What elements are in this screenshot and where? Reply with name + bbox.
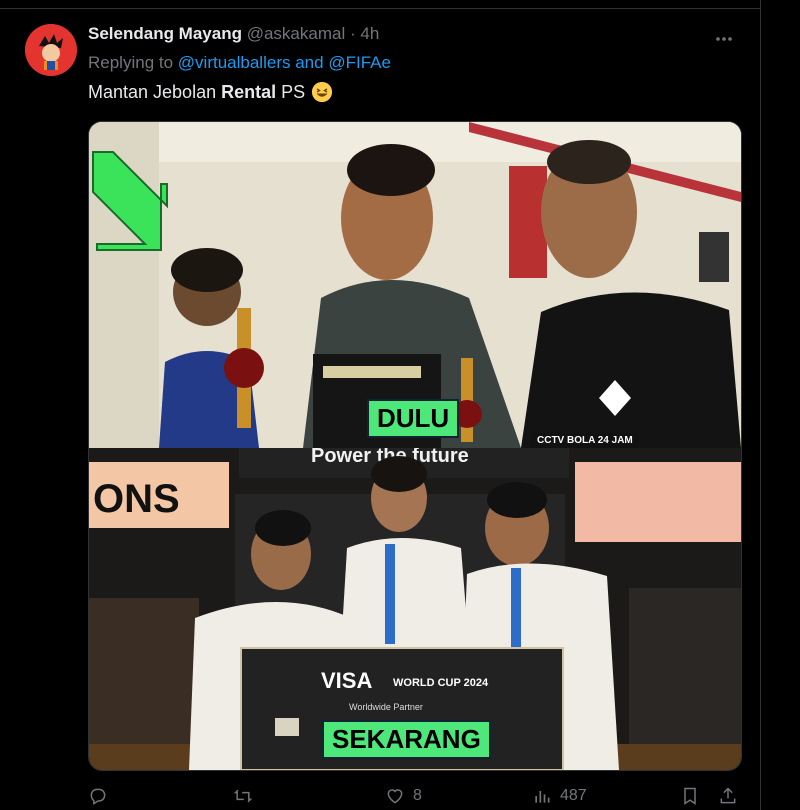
cheque-title-text: WORLD CUP 2024 xyxy=(393,677,489,689)
tweet-header: Selendang Mayang @askakamal · 4h xyxy=(88,24,379,44)
cheque-brand-text: VISA xyxy=(321,668,372,693)
tweet-text: Mantan Jebolan Rental PS xyxy=(88,82,333,103)
cheque-partner-text: Worldwide Partner xyxy=(349,702,423,712)
heart-icon xyxy=(387,789,403,804)
replying-prefix: Replying to xyxy=(88,53,174,72)
retweet-button[interactable] xyxy=(233,786,253,806)
text-part: PS xyxy=(276,82,306,102)
retweet-icon xyxy=(233,789,253,803)
separator: · xyxy=(349,24,356,43)
banner-left-text: ONS xyxy=(93,477,180,521)
grinning-face-emoji-icon xyxy=(312,82,333,102)
reply-icon xyxy=(90,788,106,805)
share-button[interactable] xyxy=(718,786,738,806)
bookmark-icon xyxy=(684,787,696,805)
text-bold: Rental xyxy=(221,82,277,102)
mention-link[interactable]: @FIFAe xyxy=(328,53,391,72)
avatar[interactable] xyxy=(25,24,77,76)
views-count: 487 xyxy=(560,787,587,804)
handle[interactable]: @askakamal xyxy=(247,24,346,43)
mention-and: and xyxy=(295,53,324,72)
display-name[interactable]: Selendang Mayang xyxy=(88,24,242,43)
column-divider xyxy=(760,0,761,810)
cctv-caption: CCTV BOLA 24 JAM xyxy=(531,433,639,448)
replying-to: Replying to @virtualballers and @FIFAe xyxy=(88,53,391,73)
more-options-icon[interactable] xyxy=(715,26,733,47)
label-before: DULU xyxy=(367,399,460,438)
views-button[interactable]: 487 xyxy=(532,786,587,806)
mention-link[interactable]: @virtualballers xyxy=(178,53,291,72)
bookmark-button[interactable] xyxy=(680,786,700,806)
like-count: 8 xyxy=(413,787,422,804)
action-bar: 8 487 xyxy=(0,786,760,808)
label-after: SEKARANG xyxy=(322,720,491,759)
top-divider xyxy=(0,8,760,9)
views-icon xyxy=(535,791,550,803)
text-part: Mantan Jebolan xyxy=(88,82,222,102)
share-icon xyxy=(720,787,736,804)
tweet-media[interactable]: CCTV BOLA 24 JAM ONS Power the future xyxy=(88,121,742,771)
timestamp[interactable]: 4h xyxy=(360,24,379,43)
reply-button[interactable] xyxy=(88,786,108,806)
like-button[interactable]: 8 xyxy=(385,786,422,806)
